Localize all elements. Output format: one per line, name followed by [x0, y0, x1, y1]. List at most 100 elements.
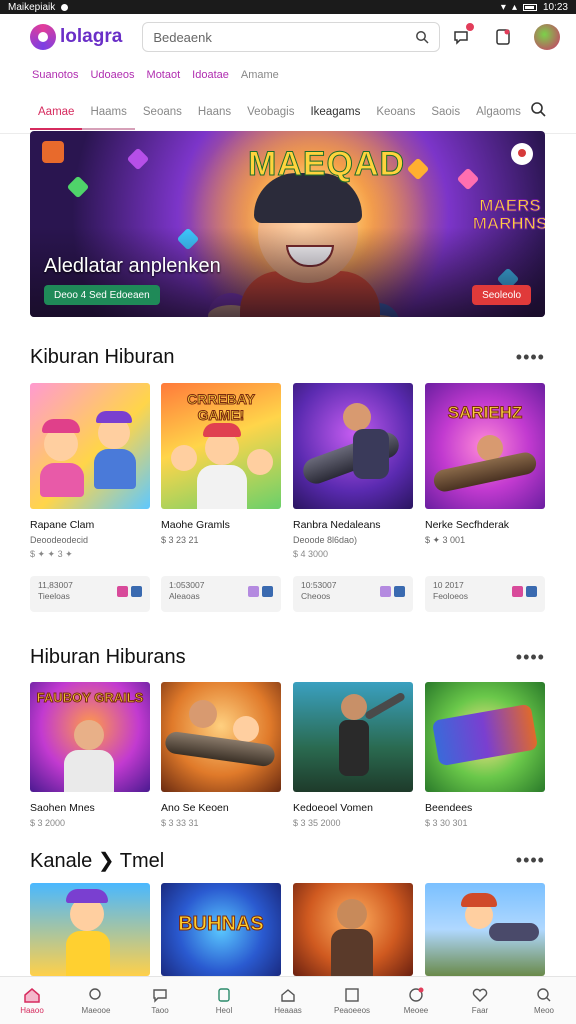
category-link[interactable]: Suanotos — [32, 69, 78, 81]
nav-item[interactable]: Meoee — [388, 987, 444, 1015]
game-card[interactable]: Ranbra Nedaleans Deoode 8l6dao) $ 4 3000 — [293, 383, 413, 559]
tab-home[interactable]: Aamae — [30, 90, 83, 134]
hero-corner-icon — [42, 141, 64, 163]
game-card[interactable] — [293, 883, 413, 976]
user-avatar[interactable] — [534, 24, 561, 50]
status-app-name: Maikepiaik — [8, 1, 56, 13]
nav-item[interactable]: Faar — [452, 987, 508, 1015]
search-icon[interactable] — [415, 30, 429, 44]
game-meta: $ ✦ ✦ 3 ✦ — [30, 549, 73, 559]
game-title: Beendees — [425, 802, 473, 814]
character-hat — [66, 889, 108, 903]
nav-label: Haaoo — [20, 1005, 44, 1015]
hero-banner[interactable]: MAEQAD MAERS MARHNS Aledlatar anplenken … — [30, 131, 545, 317]
nav-item[interactable]: Heol — [196, 987, 252, 1015]
game-card[interactable] — [30, 883, 150, 976]
character-face — [343, 403, 371, 431]
download-icon[interactable] — [526, 586, 537, 597]
price-box[interactable]: 1:053007 Aleaoas — [161, 576, 281, 612]
tab-search-button[interactable] — [530, 101, 546, 122]
tab-7[interactable]: Keoans — [368, 90, 423, 134]
more-options-icon[interactable]: •••• — [516, 347, 545, 368]
download-icon[interactable] — [262, 586, 273, 597]
character-face — [247, 449, 273, 475]
section-title: Kanale ❯ Tmel — [30, 850, 165, 872]
category-link[interactable]: Udoaeos — [90, 69, 134, 81]
section-header: Kiburan Hiburan •••• — [30, 346, 545, 369]
more-options-icon[interactable]: •••• — [516, 850, 545, 871]
nav-label: Meoee — [403, 1005, 429, 1015]
character-face — [233, 716, 259, 742]
game-title: Rapane Clam — [30, 519, 95, 531]
nav-label: Heaaas — [274, 1005, 302, 1015]
character-face — [189, 700, 217, 728]
game-thumbnail — [293, 682, 413, 792]
nav-item[interactable]: Meoo — [516, 987, 572, 1015]
game-title: Nerke Secfhderak — [425, 519, 510, 531]
game-card[interactable]: CRREBAY GAME! Maohe Gramls $ 3 23 21 — [161, 383, 281, 549]
nav-item[interactable]: Taoo — [132, 987, 188, 1015]
game-meta: $ 3 2000 — [30, 818, 66, 828]
tag-icon — [380, 586, 391, 597]
nav-label: Meoo — [533, 1005, 554, 1015]
notifications-button[interactable] — [492, 26, 514, 48]
nav-home[interactable]: Haaoo — [4, 987, 60, 1015]
tab-2[interactable]: Haams — [82, 90, 136, 134]
download-icon[interactable] — [131, 586, 142, 597]
hero-secondary-button[interactable]: Seoleolo — [472, 285, 531, 305]
hero-badge-icon[interactable] — [511, 143, 533, 165]
category-link[interactable]: Idoatae — [192, 69, 229, 81]
character-face — [171, 445, 197, 471]
search-input[interactable] — [153, 29, 394, 45]
game-subtitle: $ ✦ 3 001 — [425, 535, 466, 545]
chat-button[interactable] — [450, 22, 476, 48]
search-icon — [531, 102, 546, 117]
hero-primary-button[interactable]: Deoo 4 Sed Edoeaen — [44, 285, 160, 305]
nav-label: Maeooe — [81, 1005, 111, 1015]
game-art-title: SARIEHZ — [447, 403, 523, 423]
nav-item[interactable]: Maeooe — [68, 987, 124, 1015]
notification-dot-icon — [61, 3, 69, 11]
category-link[interactable]: Amame — [241, 69, 279, 81]
nav-item[interactable]: Heaaas — [260, 987, 316, 1015]
status-bar: Maikepiaik ▾ ▴ 10:23 — [0, 0, 576, 14]
game-art-title: BUHNAS — [178, 913, 265, 936]
nav-item[interactable]: Peaoeeos — [324, 987, 380, 1015]
tab-8[interactable]: Saois — [423, 90, 468, 134]
tab-4[interactable]: Haans — [190, 90, 239, 134]
character-body — [64, 750, 114, 792]
game-card[interactable]: Beendees $ 3 30 301 — [425, 682, 545, 828]
heart-icon — [472, 988, 488, 1002]
category-link[interactable]: Motaot — [147, 69, 181, 81]
game-card[interactable]: Rapane Clam Deoodeodecid $ ✦ ✦ 3 ✦ — [30, 383, 150, 560]
character-hat — [42, 419, 80, 433]
price-box[interactable]: 10 2017 Feoloeos — [425, 576, 545, 612]
app-logo[interactable]: lolagra — [30, 24, 122, 50]
download-icon[interactable] — [394, 586, 405, 597]
weapon-art — [489, 923, 539, 941]
game-subtitle: Deoodeodecid — [30, 535, 89, 545]
game-thumbnail — [293, 883, 413, 976]
game-art-title: CRREBAY GAME! — [187, 391, 256, 424]
tab-3[interactable]: Seoans — [135, 90, 190, 134]
search-icon — [537, 987, 551, 1001]
tab-9[interactable]: Algaoms — [468, 90, 529, 134]
game-thumbnail — [30, 383, 150, 509]
game-card[interactable]: Kedoeoel Vomen $ 3 35 2000 — [293, 682, 413, 828]
game-card[interactable] — [425, 883, 545, 976]
search-bar[interactable] — [142, 22, 441, 52]
tab-5[interactable]: Veobagis — [239, 90, 302, 134]
game-card[interactable]: SARIEHZ Nerke Secfhderak $ ✦ 3 001 — [425, 383, 545, 550]
more-options-icon[interactable]: •••• — [516, 647, 545, 668]
game-title: Ano Se Keoen — [161, 802, 229, 814]
tab-6[interactable]: Ikeagams — [302, 90, 368, 134]
tag-icon — [512, 586, 523, 597]
price-box[interactable]: 10:53007 Cheoos — [293, 576, 413, 612]
game-card[interactable]: FAUBOY GRAILS Saohen Mnes $ 3 2000 — [30, 682, 150, 828]
game-card[interactable]: Ano Se Keoen $ 3 33 31 — [161, 682, 281, 828]
game-card[interactable]: BUHNAS — [161, 883, 281, 976]
search-icon — [89, 987, 101, 1000]
price-box[interactable]: 11,83007 Tieeloas — [30, 576, 150, 612]
game-subtitle: Deoode 8l6dao) — [293, 535, 358, 545]
section-title: Hiburan Hiburans — [30, 646, 186, 668]
